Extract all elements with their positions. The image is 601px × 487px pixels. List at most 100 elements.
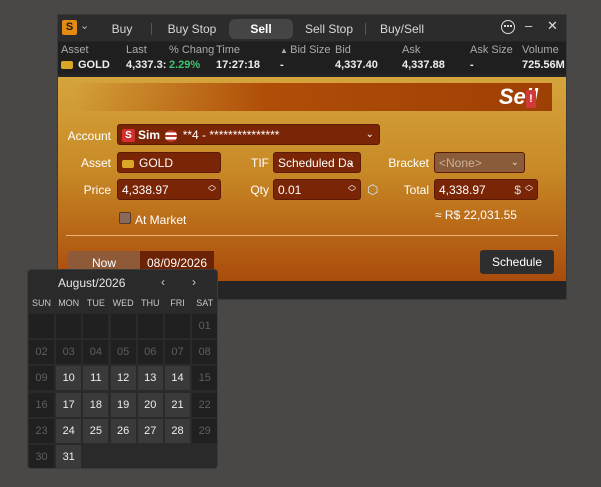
total-input[interactable]: 4,338.97 $ ︿ ﹀ bbox=[434, 179, 538, 200]
quote-ask: 4,337.88 bbox=[402, 59, 445, 71]
warning-icon[interactable]: ! bbox=[526, 90, 536, 108]
calendar-day: 29 bbox=[192, 418, 217, 443]
calendar-day: 15 bbox=[192, 366, 217, 391]
calendar-day[interactable]: 24 bbox=[56, 418, 82, 443]
calendar-day[interactable]: 28 bbox=[165, 418, 190, 443]
calendar-day[interactable]: 27 bbox=[137, 418, 163, 443]
gold-bar-icon bbox=[122, 159, 134, 168]
chevron-down-icon: ⌄ bbox=[365, 129, 374, 140]
chevron-down-icon[interactable]: ⌄ bbox=[80, 19, 89, 32]
quote-header-bid-size: ▲ Bid Size bbox=[280, 44, 331, 56]
calendar-day: 09 bbox=[29, 366, 54, 391]
calendar-empty-cell bbox=[29, 314, 54, 338]
quote-bid: 4,337.40 bbox=[335, 59, 378, 71]
total-label: Total bbox=[403, 183, 429, 197]
minimize-button[interactable]: – bbox=[525, 18, 532, 33]
calendar-header: August/2026 ‹ › bbox=[28, 270, 217, 295]
calendar-day: 04 bbox=[83, 340, 109, 365]
price-input[interactable]: 4,338.97 ︿ ﹀ bbox=[117, 179, 221, 200]
app-logo-icon[interactable]: S bbox=[62, 20, 77, 35]
tab-buy-stop[interactable]: Buy Stop bbox=[158, 19, 226, 39]
price-value: 4,338.97 bbox=[122, 183, 169, 197]
quote-bid-size: - bbox=[280, 59, 284, 71]
calendar-day: 02 bbox=[29, 340, 54, 365]
quote-change: 2.29% bbox=[169, 59, 201, 71]
next-month-icon[interactable]: › bbox=[192, 275, 196, 289]
weekday-sat: SAT bbox=[196, 298, 214, 308]
asset-field[interactable]: GOLD bbox=[117, 152, 221, 173]
us-flag-icon bbox=[165, 129, 178, 142]
calendar-empty-cell bbox=[110, 445, 136, 468]
calendar-day: 08 bbox=[192, 340, 217, 365]
date-picker: August/2026 ‹ › SUN MON TUE WED THU FRI SAT 01… bbox=[27, 269, 218, 469]
quote-header-ask-size: Ask Size bbox=[470, 44, 513, 56]
more-options-icon[interactable] bbox=[501, 20, 515, 34]
quote-header-ask: Ask bbox=[402, 44, 421, 56]
quote-volume: 725.56M bbox=[522, 59, 565, 71]
gold-bar-icon bbox=[61, 61, 73, 70]
weekday-sun: SUN bbox=[31, 298, 51, 308]
calendar-day[interactable]: 10 bbox=[56, 366, 82, 391]
bracket-label: Bracket bbox=[388, 156, 429, 170]
calendar-day[interactable]: 17 bbox=[56, 392, 82, 417]
price-stepper[interactable]: ︿ ﹀ bbox=[208, 181, 216, 197]
calendar-empty-cell bbox=[137, 314, 163, 338]
total-currency: $ bbox=[514, 183, 521, 197]
quote-header-bid: Bid bbox=[335, 44, 351, 56]
qty-input[interactable]: 0.01 ︿ ﹀ bbox=[273, 179, 361, 200]
calendar-day[interactable]: 31 bbox=[56, 445, 82, 468]
calendar-day: 06 bbox=[137, 340, 163, 365]
asset-label: Asset bbox=[80, 156, 111, 170]
quote-bar: Asset Last % Chang Time ▲ Bid Size Bid A… bbox=[58, 42, 566, 74]
tif-label: TIF bbox=[251, 156, 269, 170]
divider bbox=[66, 235, 558, 236]
tif-value: Scheduled Da bbox=[278, 156, 354, 170]
weekday-mon: MON bbox=[58, 298, 80, 308]
bracket-value: <None> bbox=[439, 156, 482, 170]
at-market-label: At Market bbox=[135, 213, 187, 227]
schedule-button[interactable]: Schedule bbox=[480, 250, 554, 274]
quote-asset: GOLD bbox=[61, 59, 110, 71]
close-button[interactable]: ✕ bbox=[547, 18, 558, 34]
calendar-day: 16 bbox=[29, 392, 54, 417]
account-select[interactable]: S Sim **4 - *************** ⌄ bbox=[117, 124, 380, 145]
qty-stepper[interactable]: ︿ ﹀ bbox=[348, 181, 356, 197]
quote-header-time: Time bbox=[216, 44, 241, 56]
account-sim-label: Sim bbox=[138, 128, 161, 142]
tab-sell-stop[interactable]: Sell Stop bbox=[296, 19, 362, 39]
calendar-day: 07 bbox=[165, 340, 190, 365]
tif-select[interactable]: Scheduled Da ⌄ bbox=[273, 152, 361, 173]
tab-buy[interactable]: Buy bbox=[99, 19, 145, 39]
calendar-day[interactable]: 12 bbox=[110, 366, 136, 391]
title-bar: S ⌄ Buy Buy Stop Sell Sell Stop Buy/Sell… bbox=[58, 15, 566, 41]
tab-separator bbox=[365, 23, 366, 35]
account-label: Account bbox=[67, 129, 111, 143]
tab-buy-sell[interactable]: Buy/Sell bbox=[372, 19, 432, 39]
total-stepper[interactable]: ︿ ﹀ bbox=[525, 181, 533, 197]
calendar-day[interactable]: 20 bbox=[137, 392, 163, 417]
calendar-day[interactable]: 11 bbox=[83, 366, 109, 391]
calendar-day[interactable]: 13 bbox=[137, 366, 163, 391]
bracket-select[interactable]: <None> ⌄ bbox=[434, 152, 525, 173]
calendar-day[interactable]: 19 bbox=[110, 392, 136, 417]
at-market-checkbox[interactable] bbox=[119, 212, 131, 224]
calendar-title: August/2026 bbox=[58, 276, 126, 290]
calendar-day[interactable]: 18 bbox=[83, 392, 109, 417]
qty-value: 0.01 bbox=[278, 183, 302, 197]
previous-month-icon[interactable]: ‹ bbox=[161, 275, 165, 289]
calendar-day[interactable]: 26 bbox=[110, 418, 136, 443]
calendar-day[interactable]: 14 bbox=[165, 366, 190, 391]
quote-header-volume: Volume bbox=[522, 44, 559, 56]
quote-header-last: Last bbox=[126, 44, 147, 56]
calendar-day[interactable]: 25 bbox=[83, 418, 109, 443]
calendar-empty-cell bbox=[165, 314, 190, 338]
calendar-empty-cell bbox=[83, 445, 109, 468]
lots-icon[interactable]: ⬡ bbox=[367, 182, 378, 198]
weekday-thu: THU bbox=[141, 298, 160, 308]
tab-sell[interactable]: Sell bbox=[229, 19, 293, 39]
calendar-day[interactable]: 21 bbox=[165, 392, 190, 417]
quote-header-asset: Asset bbox=[61, 44, 89, 56]
order-panel: Sell Account S Sim **4 - *************** … bbox=[58, 77, 566, 281]
chevron-down-icon: ⌄ bbox=[510, 157, 519, 168]
calendar-day: 05 bbox=[110, 340, 136, 365]
